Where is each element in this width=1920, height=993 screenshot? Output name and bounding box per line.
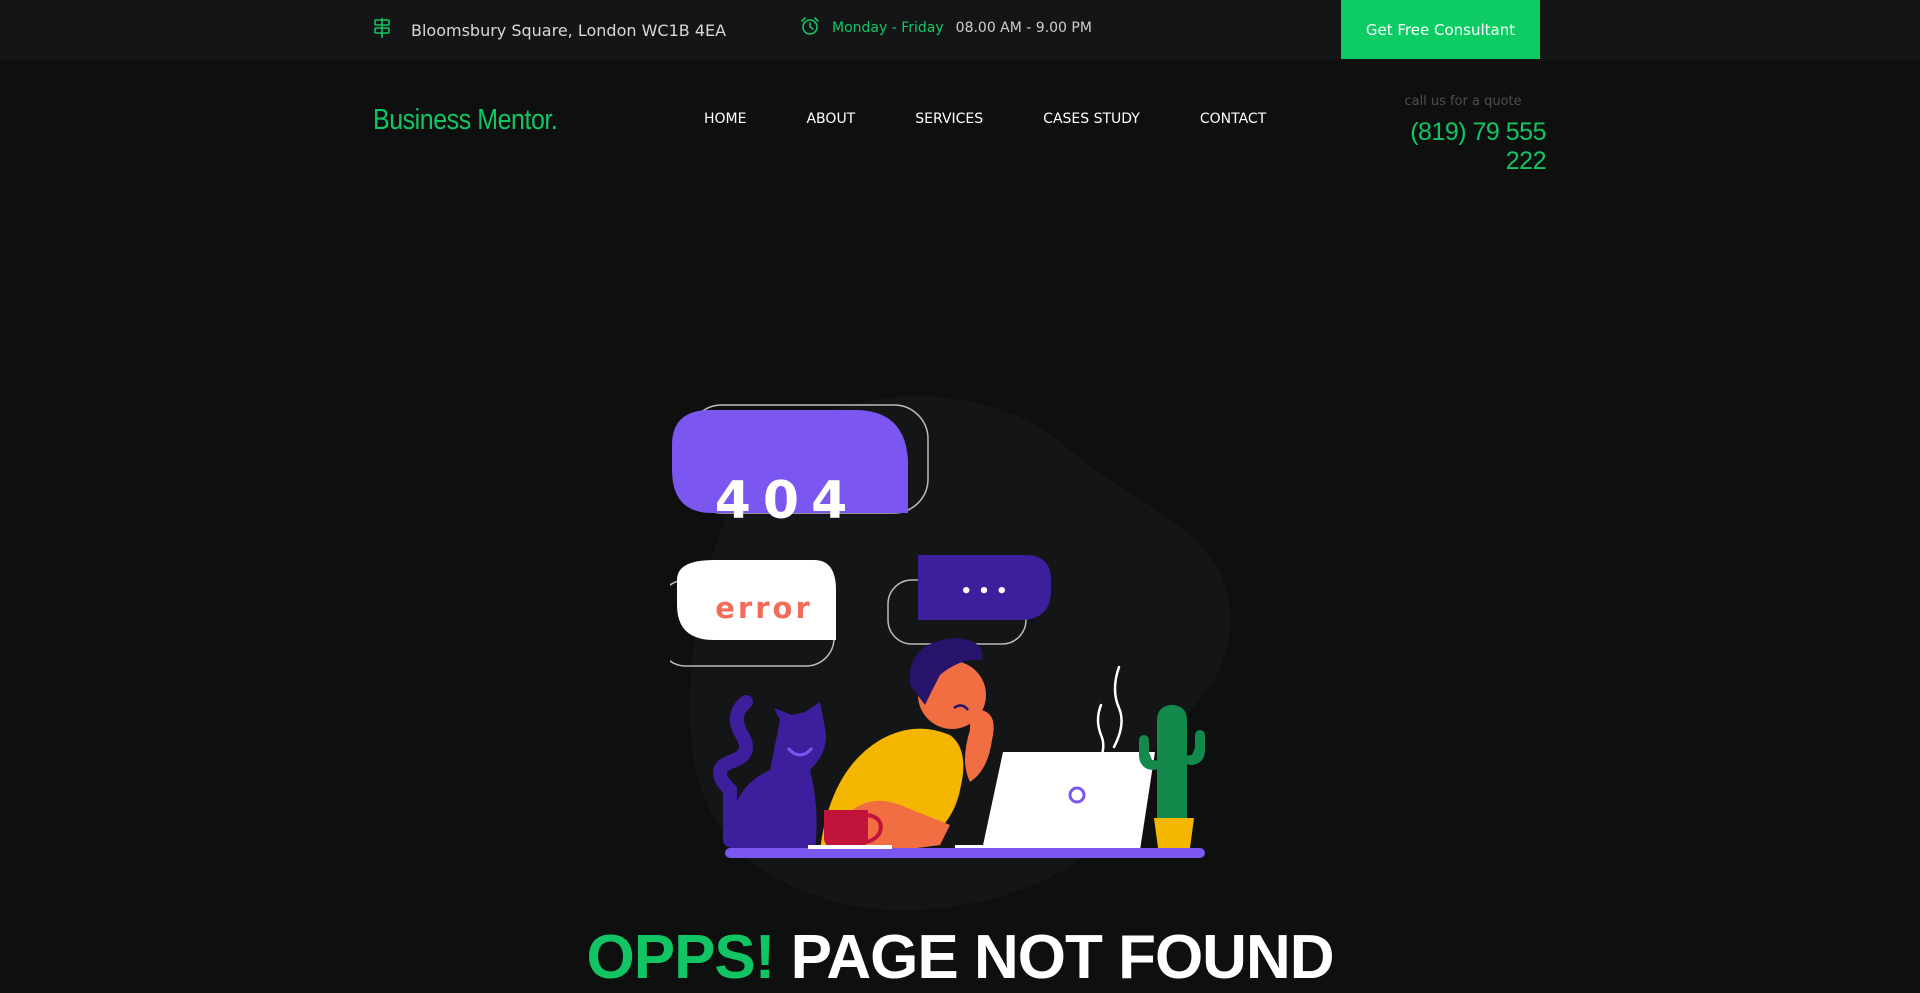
main-nav: HOME ABOUT SERVICES CASES STUDY CONTACT — [704, 111, 1266, 127]
nav-cases-study[interactable]: CASES STUDY — [1043, 111, 1140, 127]
address-block: Bloomsbury Square, London WC1B 4EA — [373, 18, 726, 42]
dots-text: • • • — [960, 581, 1007, 602]
404-illustration: 404 error • • • — [670, 396, 1230, 910]
address-text: Bloomsbury Square, London WC1B 4EA — [411, 20, 727, 40]
headline-opps: OPPS! — [586, 923, 775, 992]
laptop — [982, 752, 1155, 850]
error-text: error — [715, 591, 813, 625]
page-not-found-heading: OPPS! PAGE NOT FOUND — [0, 922, 1920, 993]
hours-days: Monday - Friday — [832, 20, 944, 36]
hours-time: 08.00 AM - 9.00 PM — [955, 20, 1092, 36]
nav-home[interactable]: HOME — [704, 111, 746, 127]
cactus-pot — [1154, 818, 1194, 848]
desk — [725, 848, 1205, 858]
nav-about[interactable]: ABOUT — [806, 111, 855, 127]
top-bar: Bloomsbury Square, London WC1B 4EA Monda… — [0, 0, 1920, 61]
alarm-clock-icon — [800, 16, 820, 40]
coffee-cup — [824, 810, 868, 850]
nav-contact[interactable]: CONTACT — [1200, 111, 1266, 127]
signpost-icon — [373, 17, 391, 43]
site-logo[interactable]: Business Mentor. — [373, 104, 558, 137]
get-free-consultant-button[interactable]: Get Free Consultant — [1341, 0, 1540, 59]
headline-page-not-found: PAGE NOT FOUND — [790, 923, 1335, 992]
paper — [808, 845, 892, 849]
phone-number[interactable]: (819) 79 555 222 — [1380, 118, 1546, 176]
nav-services[interactable]: SERVICES — [915, 111, 983, 127]
quote-label: call us for a quote — [1404, 94, 1522, 109]
opening-hours: Monday - Friday 08.00 AM - 9.00 PM — [800, 16, 1092, 40]
404-text: 404 — [715, 471, 860, 531]
